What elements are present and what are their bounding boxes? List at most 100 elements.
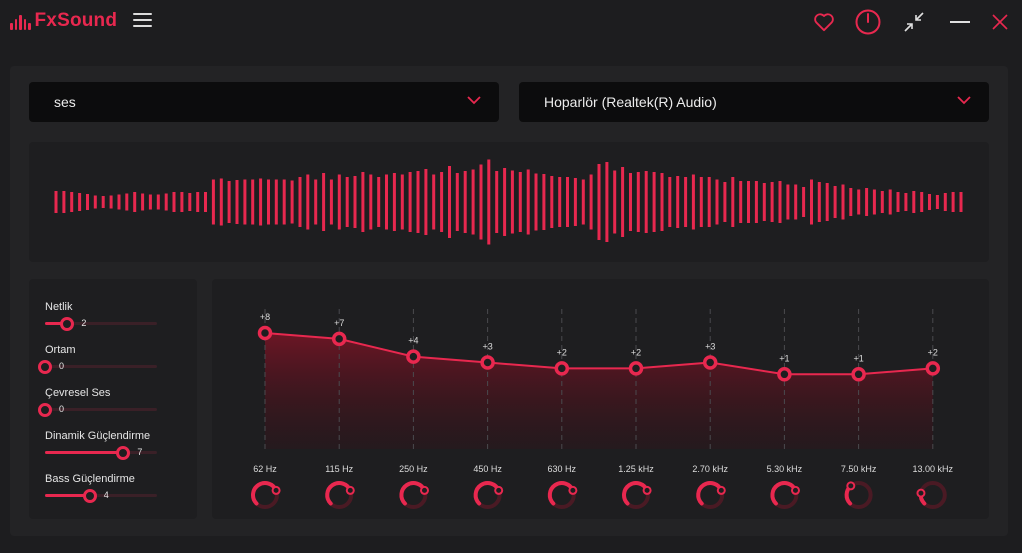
eq-gain-label: +4 <box>408 336 418 346</box>
visualizer-bar <box>644 171 648 233</box>
visualizer-bar <box>361 172 365 232</box>
preset-dropdown-value: ses <box>54 94 76 110</box>
eq-band-handle[interactable] <box>480 355 495 370</box>
eq-frequency-label: 7.50 kHz <box>841 464 877 474</box>
eq-band-handle[interactable] <box>331 331 347 347</box>
visualizer-bar <box>684 177 688 227</box>
eq-band-knob[interactable] <box>325 481 355 509</box>
visualizer-bar <box>267 179 270 225</box>
visualizer-bar <box>440 172 444 232</box>
visualizer-bar <box>487 159 491 245</box>
eq-frequency-label: 62 Hz <box>253 464 277 474</box>
power-button[interactable] <box>852 6 884 38</box>
effect-slider-track[interactable] <box>45 317 157 331</box>
visualizer-bar <box>652 172 656 232</box>
visualizer-bar <box>479 164 483 240</box>
visualizer-bar <box>566 177 569 227</box>
eq-band-handle[interactable] <box>777 367 792 382</box>
minimize-icon <box>950 21 970 23</box>
visualizer-bar <box>243 179 247 225</box>
eq-gain-label: +7 <box>334 318 344 328</box>
visualizer-bar <box>290 180 294 224</box>
eq-gain-label: +8 <box>260 312 270 322</box>
eq-band-knob[interactable] <box>770 481 800 509</box>
eq-frequency-label: 5.30 kHz <box>767 464 803 474</box>
effect-slider-knob[interactable] <box>38 360 52 374</box>
visualizer-bar <box>573 178 577 226</box>
menu-icon[interactable] <box>133 13 152 27</box>
eq-band-handle[interactable] <box>925 361 941 376</box>
effect-slider-knob[interactable] <box>116 446 131 460</box>
eq-gain-label: +2 <box>928 347 938 357</box>
eq-frequency-label: 1.25 kHz <box>618 464 654 474</box>
eq-band-knob[interactable] <box>399 481 429 509</box>
visualizer-bar <box>581 179 585 225</box>
eq-frequency-label: 630 Hz <box>548 464 577 474</box>
visualizer-bar <box>754 181 758 223</box>
visualizer-bar <box>369 174 373 230</box>
visualizer-bar <box>78 193 82 211</box>
visualizer-bar <box>188 193 192 211</box>
visualizer-bar <box>86 194 89 210</box>
effect-slider-knob[interactable] <box>82 489 97 503</box>
eq-band-handle[interactable] <box>406 349 421 364</box>
eq-band-handle[interactable] <box>628 361 644 376</box>
eq-frequency-label: 450 Hz <box>473 464 502 474</box>
visualizer-bar <box>613 170 617 234</box>
visualizer-bars <box>54 159 963 245</box>
eq-band-knob[interactable] <box>622 481 652 509</box>
title-bar: FxSound <box>0 0 1022 44</box>
eq-band-handle[interactable] <box>851 367 866 382</box>
visualizer-bar <box>621 167 625 237</box>
visualizer-bar <box>329 179 333 225</box>
eq-frequency-label: 115 Hz <box>325 464 353 474</box>
visualizer-bar <box>219 178 223 226</box>
eq-band-knob[interactable] <box>696 481 726 509</box>
eq-gain-label: +1 <box>853 353 863 363</box>
visualizer-bar <box>817 182 821 222</box>
visualizer-bar <box>345 177 349 227</box>
visualizer-bar <box>833 186 837 218</box>
visualizer-bar <box>605 162 609 242</box>
effect-value: 4 <box>103 490 109 500</box>
eq-band-knob[interactable] <box>473 481 504 509</box>
device-dropdown[interactable]: Hoparlör (Realtek(R) Audio) <box>519 82 989 122</box>
visualizer-bar <box>196 192 200 212</box>
eq-band-knob[interactable] <box>916 481 947 509</box>
favorite-button[interactable] <box>808 6 840 38</box>
visualizer-bar <box>392 173 396 231</box>
eq-band-handle[interactable] <box>554 361 570 376</box>
visualizer-bar <box>636 172 640 232</box>
visualizer-bar <box>888 189 892 215</box>
close-button[interactable] <box>984 6 1016 38</box>
visualizer-bar <box>455 173 459 231</box>
visualizer-bar <box>164 193 168 211</box>
effect-value: 2 <box>81 318 87 328</box>
eq-band-knob[interactable] <box>251 481 281 509</box>
visualizer-bar <box>148 194 152 210</box>
visualizer-bar <box>172 192 176 212</box>
eq-band-handle[interactable] <box>257 325 273 341</box>
visualizer-bar <box>770 182 774 222</box>
visualizer-bar <box>739 181 743 223</box>
compact-mode-button[interactable] <box>898 6 930 38</box>
minimize-button[interactable] <box>944 6 976 38</box>
app-name: FxSound <box>34 10 118 31</box>
eq-curve-fill <box>265 333 933 449</box>
eq-band-knob[interactable] <box>547 481 578 509</box>
eq-band-knob[interactable] <box>844 481 873 509</box>
effect-label: Netlik <box>45 301 73 313</box>
visualizer-bar <box>432 174 436 230</box>
effect-value: 7 <box>137 447 143 457</box>
preset-dropdown[interactable]: ses <box>29 82 499 122</box>
visualizer-bar <box>125 193 129 211</box>
eq-frequency-label: 250 Hz <box>399 464 428 474</box>
effect-slider-knob[interactable] <box>38 403 52 417</box>
visualizer-bar <box>550 176 554 228</box>
effect-value: 0 <box>59 404 65 414</box>
effect-slider-track[interactable] <box>45 489 157 503</box>
eq-band-handle[interactable] <box>702 355 718 370</box>
visualizer-bar <box>558 177 562 227</box>
visualizer-bar <box>920 192 924 212</box>
effect-slider-knob[interactable] <box>60 317 75 331</box>
